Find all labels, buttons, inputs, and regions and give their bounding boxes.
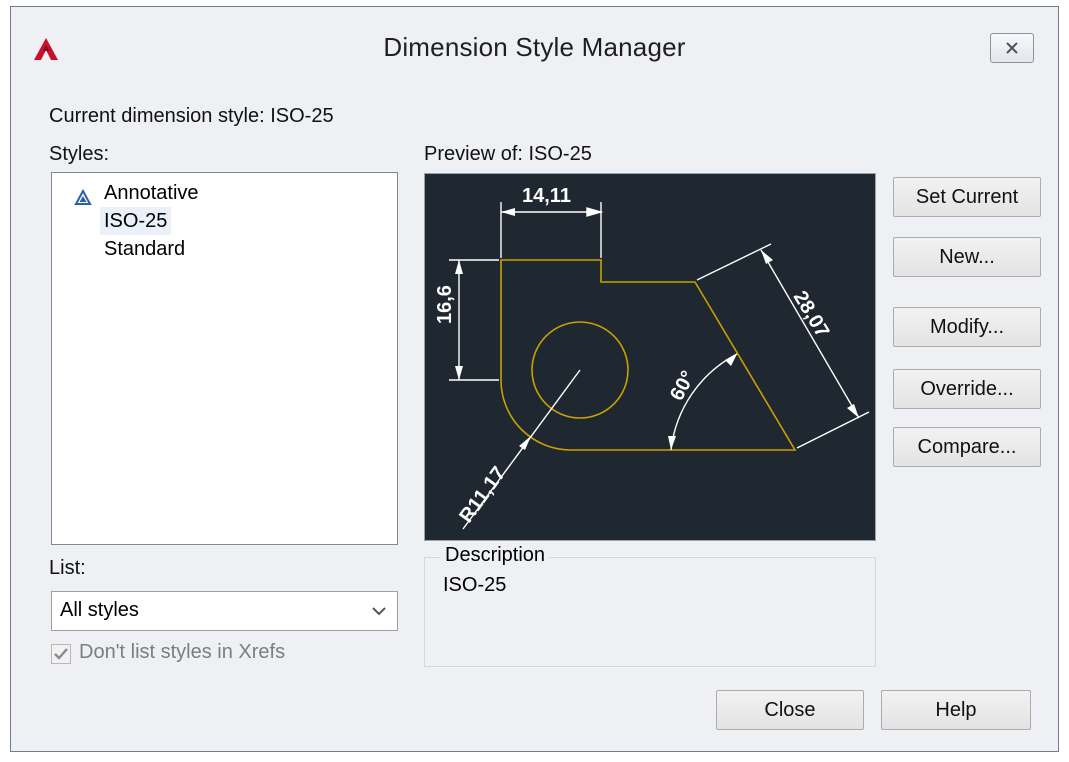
desktop-edge [0,0,10,762]
styles-listbox[interactable]: Annotative ISO-25 Standard [51,172,398,545]
chevron-down-icon [372,607,386,616]
list-filter-value: All styles [60,599,139,621]
dim-height-text: 16,6 [434,285,456,324]
annotative-scale-icon [74,189,92,205]
description-value: ISO-25 [443,574,507,596]
style-item-iso-25[interactable]: ISO-25 [100,207,172,235]
dim-angle-text: 60° [666,367,700,404]
close-button[interactable]: Close [716,690,864,730]
part-outline [500,259,797,451]
close-x-icon [1006,42,1018,54]
description-group: Description ISO-25 [424,544,876,667]
window-title: Dimension Style Manager [383,32,686,62]
new-button[interactable]: New... [893,237,1041,277]
geometry [500,259,797,451]
checkmark-icon [54,648,68,660]
current-style-label: Current dimension style: ISO-25 [49,105,334,127]
window-close-button[interactable] [990,33,1034,63]
compare-button[interactable]: Compare... [893,427,1041,467]
modify-button[interactable]: Modify... [893,307,1041,347]
list-label: List: [49,557,86,579]
style-preview-panel: 14,11 16,6 28,07 60° R11,17 [424,173,876,541]
style-item-annotative[interactable]: Annotative [100,179,203,207]
help-button[interactable]: Help [881,690,1031,730]
preview-drawing: 14,11 16,6 28,07 60° R11,17 [434,185,870,530]
dim-radius-text: R11,17 [455,463,510,527]
dimension-style-manager-dialog: Dimension Style Manager Current dimensio… [10,6,1059,752]
styles-label: Styles: [49,143,110,165]
xref-checkbox[interactable] [51,644,71,664]
preview-label: Preview of: ISO-25 [424,143,592,165]
dim-width-text: 14,11 [522,185,571,207]
description-legend: Description [441,544,550,567]
override-button[interactable]: Override... [893,369,1041,409]
dim-aligned-text: 28,07 [789,287,834,341]
dimensions [449,202,870,530]
dimension-text: 14,11 16,6 28,07 60° R11,17 [434,185,833,527]
style-item-standard[interactable]: Standard [100,235,189,263]
set-current-button[interactable]: Set Current [893,177,1041,217]
list-filter-select[interactable]: All styles [51,591,398,631]
title-bar: Dimension Style Manager [11,7,1058,87]
xref-checkbox-label: Don't list styles in Xrefs [79,641,286,663]
